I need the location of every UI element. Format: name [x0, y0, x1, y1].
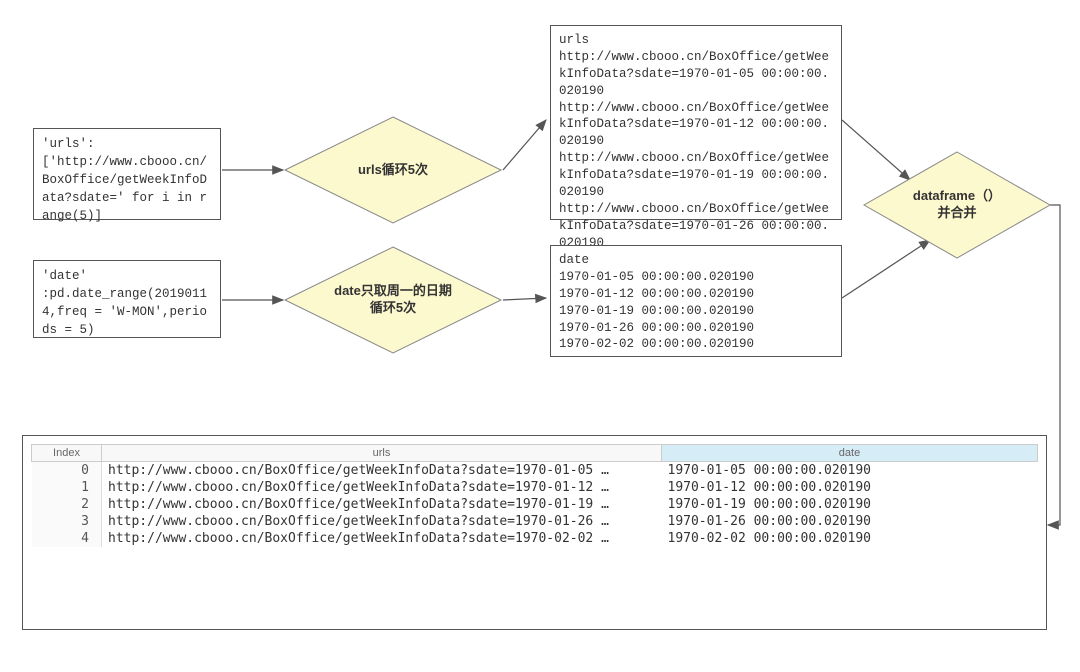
cell-date: 1970-01-26 00:00:00.020190: [662, 513, 1038, 530]
output-dates-header: date: [559, 252, 833, 269]
list-item: 1970-01-26 00:00:00.020190: [559, 320, 833, 337]
table-row: 4 http://www.cbooo.cn/BoxOffice/getWeekI…: [32, 530, 1038, 547]
col-header-urls: urls: [102, 445, 662, 462]
cell-index: 0: [32, 462, 102, 480]
list-item: 1970-02-02 00:00:00.020190: [559, 336, 833, 353]
result-table-box: Index urls date 0 http://www.cbooo.cn/Bo…: [22, 435, 1047, 630]
table-row: 1 http://www.cbooo.cn/BoxOffice/getWeekI…: [32, 479, 1038, 496]
table-row: 0 http://www.cbooo.cn/BoxOffice/getWeekI…: [32, 462, 1038, 480]
cell-date: 1970-02-02 00:00:00.020190: [662, 530, 1038, 547]
list-item: http://www.cbooo.cn/BoxOffice/getWeekInf…: [559, 100, 833, 151]
code-box-date: 'date' :pd.date_range(20190114,freq = 'W…: [33, 260, 221, 338]
diamond-urls-loop-label: urls循环5次: [283, 115, 503, 225]
cell-index: 3: [32, 513, 102, 530]
table-row: 3 http://www.cbooo.cn/BoxOffice/getWeekI…: [32, 513, 1038, 530]
output-box-urls: urls http://www.cbooo.cn/BoxOffice/getWe…: [550, 25, 842, 220]
cell-date: 1970-01-05 00:00:00.020190: [662, 462, 1038, 480]
list-item: http://www.cbooo.cn/BoxOffice/getWeekInf…: [559, 201, 833, 252]
cell-index: 4: [32, 530, 102, 547]
output-box-dates: date 1970-01-05 00:00:00.020190 1970-01-…: [550, 245, 842, 357]
col-header-date: date: [662, 445, 1038, 462]
list-item: 1970-01-12 00:00:00.020190: [559, 286, 833, 303]
cell-index: 2: [32, 496, 102, 513]
table-header-row: Index urls date: [32, 445, 1038, 462]
diamond-date-loop-label: date只取周一的日期 循环5次: [283, 245, 503, 355]
table-row: 2 http://www.cbooo.cn/BoxOffice/getWeekI…: [32, 496, 1038, 513]
code-text-urls: 'urls': ['http://www.cbooo.cn/BoxOffice/…: [42, 137, 207, 223]
diamond-dataframe-label: dataframe（） 并合并: [862, 150, 1052, 260]
diamond-urls-loop: urls循环5次: [283, 115, 503, 225]
cell-url: http://www.cbooo.cn/BoxOffice/getWeekInf…: [102, 496, 662, 513]
cell-url: http://www.cbooo.cn/BoxOffice/getWeekInf…: [102, 530, 662, 547]
result-table: Index urls date 0 http://www.cbooo.cn/Bo…: [31, 444, 1038, 547]
list-item: 1970-01-05 00:00:00.020190: [559, 269, 833, 286]
diamond-dataframe: dataframe（） 并合并: [862, 150, 1052, 260]
cell-index: 1: [32, 479, 102, 496]
list-item: 1970-01-19 00:00:00.020190: [559, 303, 833, 320]
col-header-index: Index: [32, 445, 102, 462]
cell-date: 1970-01-12 00:00:00.020190: [662, 479, 1038, 496]
list-item: http://www.cbooo.cn/BoxOffice/getWeekInf…: [559, 150, 833, 201]
code-box-urls: 'urls': ['http://www.cbooo.cn/BoxOffice/…: [33, 128, 221, 220]
output-urls-header: urls: [559, 32, 833, 49]
diamond-date-loop: date只取周一的日期 循环5次: [283, 245, 503, 355]
code-text-date: 'date' :pd.date_range(20190114,freq = 'W…: [42, 269, 207, 337]
cell-url: http://www.cbooo.cn/BoxOffice/getWeekInf…: [102, 479, 662, 496]
list-item: http://www.cbooo.cn/BoxOffice/getWeekInf…: [559, 49, 833, 100]
cell-url: http://www.cbooo.cn/BoxOffice/getWeekInf…: [102, 462, 662, 480]
cell-date: 1970-01-19 00:00:00.020190: [662, 496, 1038, 513]
cell-url: http://www.cbooo.cn/BoxOffice/getWeekInf…: [102, 513, 662, 530]
